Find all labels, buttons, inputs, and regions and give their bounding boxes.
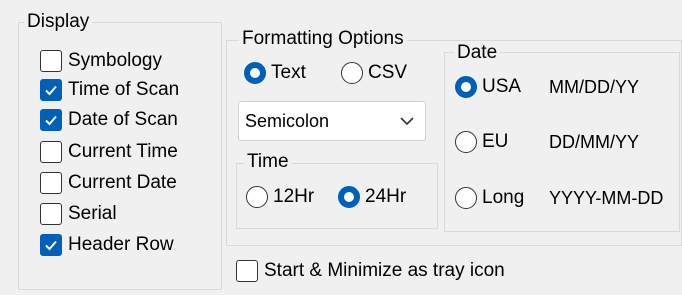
eu-radio-label: EU [482, 131, 509, 152]
time-legend: Time [244, 152, 292, 172]
formatting-options-legend: Formatting Options [239, 29, 407, 49]
usa-format-text: MM/DD/YY [549, 77, 639, 97]
chevron-down-icon [400, 117, 414, 126]
current-time-check-box[interactable] [40, 141, 62, 163]
delimiter-dropdown[interactable]: Semicolon [238, 101, 426, 141]
current-date-checkbox[interactable]: Current Date [40, 169, 177, 197]
date-of-scan-label: Date of Scan [68, 109, 178, 130]
12hr-radio-circle[interactable] [246, 186, 268, 208]
12hr-radio-label: 12Hr [273, 186, 315, 207]
header-row-checkbox[interactable]: Header Row [40, 231, 174, 259]
date-legend: Date [454, 43, 501, 63]
symbology-check-box[interactable] [40, 50, 62, 72]
24hr-radio-label: 24Hr [365, 186, 407, 207]
eu-radio[interactable]: EU [455, 128, 508, 156]
symbology-label: Symbology [68, 50, 162, 71]
24hr-radio-circle[interactable] [338, 186, 360, 208]
long-radio[interactable]: Long [455, 184, 524, 212]
csv-radio[interactable]: CSV [341, 59, 407, 87]
checkmark-icon [45, 115, 57, 126]
checkmark-icon [45, 85, 57, 96]
date-of-scan-check-box[interactable] [40, 109, 62, 131]
time-of-scan-label: Time of Scan [68, 79, 180, 100]
header-row-label: Header Row [68, 234, 174, 255]
time-of-scan-checkbox[interactable]: Time of Scan [40, 76, 179, 104]
csv-radio-label: CSV [368, 62, 408, 83]
current-time-checkbox[interactable]: Current Time [40, 138, 178, 166]
long-radio-circle[interactable] [455, 187, 477, 209]
current-time-label: Current Time [68, 141, 178, 162]
time-of-scan-check-box[interactable] [40, 79, 62, 101]
usa-radio[interactable]: USA [455, 73, 521, 101]
text-radio-circle[interactable] [244, 62, 266, 84]
serial-checkbox[interactable]: Serial [40, 200, 117, 228]
long-format-text: YYYY-MM-DD [549, 188, 664, 208]
delimiter-value: Semicolon [245, 110, 330, 131]
usa-radio-circle[interactable] [455, 76, 477, 98]
current-date-label: Current Date [68, 172, 177, 193]
symbology-checkbox[interactable]: Symbology [40, 47, 162, 75]
tray-icon-label: Start & Minimize as tray icon [264, 260, 505, 281]
12hr-radio[interactable]: 12Hr [246, 183, 314, 211]
eu-radio-circle[interactable] [455, 131, 477, 153]
date-of-scan-checkbox[interactable]: Date of Scan [40, 106, 178, 134]
tray-icon-checkbox[interactable]: Start & Minimize as tray icon [236, 257, 505, 285]
serial-check-box[interactable] [40, 203, 62, 225]
csv-radio-circle[interactable] [341, 62, 363, 84]
serial-label: Serial [68, 203, 117, 224]
current-date-check-box[interactable] [40, 172, 62, 194]
display-legend: Display [24, 12, 93, 32]
eu-format-text: DD/MM/YY [549, 132, 639, 152]
header-row-check-box[interactable] [40, 234, 62, 256]
tray-icon-check-box[interactable] [236, 260, 258, 282]
text-radio-label: Text [271, 62, 306, 83]
text-radio[interactable]: Text [244, 59, 306, 87]
checkmark-icon [45, 240, 57, 251]
usa-radio-label: USA [482, 76, 522, 97]
long-radio-label: Long [482, 187, 525, 208]
24hr-radio[interactable]: 24Hr [338, 183, 406, 211]
